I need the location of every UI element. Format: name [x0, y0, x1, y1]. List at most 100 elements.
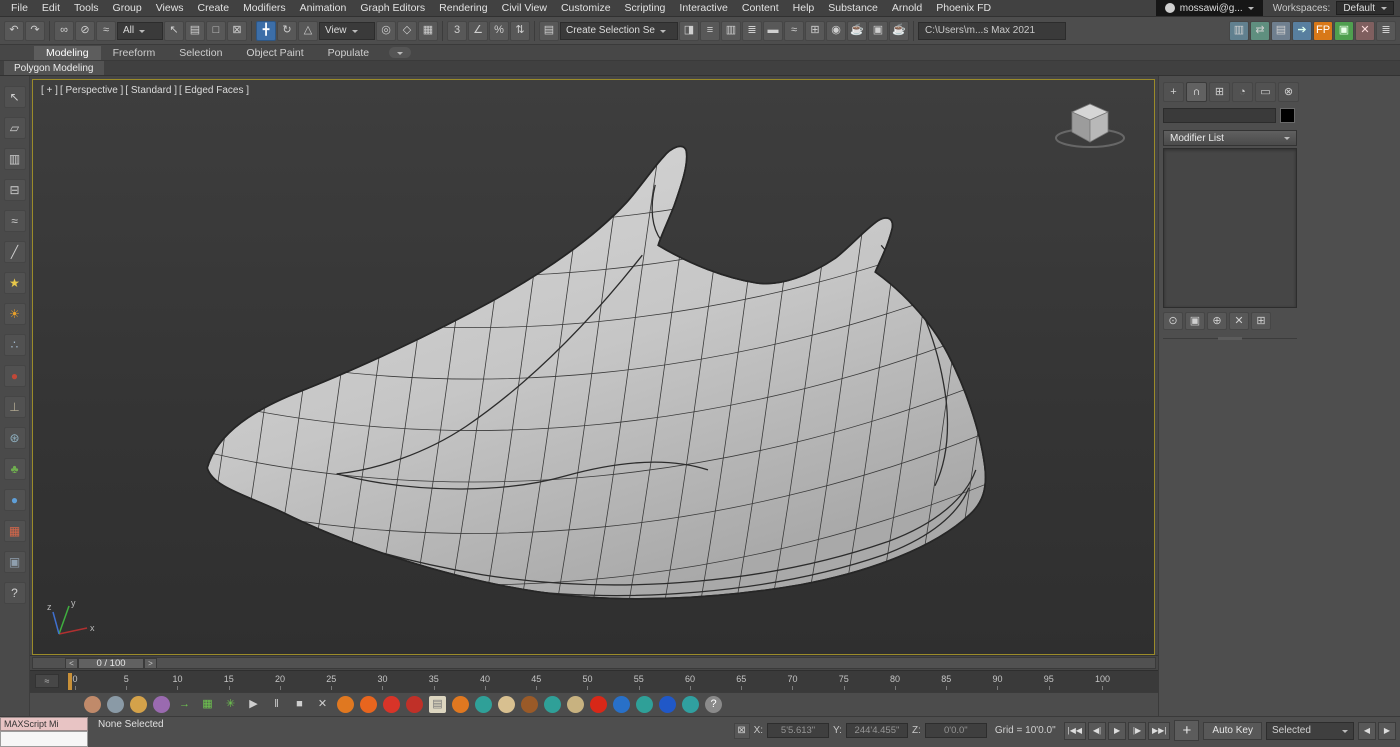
- menu-group[interactable]: Group: [106, 0, 149, 16]
- menu-modifiers[interactable]: Modifiers: [236, 0, 293, 16]
- selection-set-key-dropdown[interactable]: Selected: [1266, 722, 1354, 740]
- toggle-layer-explorer-icon[interactable]: ≣: [742, 21, 762, 41]
- blue-ball-icon[interactable]: [613, 696, 630, 713]
- unlink-selection-icon[interactable]: ⊘: [75, 21, 95, 41]
- redo-icon[interactable]: ↷: [25, 21, 45, 41]
- percent-snap-icon[interactable]: %: [489, 21, 509, 41]
- panel-divider[interactable]: [1163, 338, 1297, 339]
- spray-tool-icon[interactable]: ∴: [4, 334, 26, 356]
- ribbon-minimize-toggle[interactable]: [389, 47, 411, 58]
- undo-icon[interactable]: ↶: [4, 21, 24, 41]
- project-folder-field[interactable]: C:\Users\m...s Max 2021: [918, 22, 1066, 40]
- viewcube[interactable]: [1046, 94, 1134, 156]
- perspective-viewport[interactable]: [ + ][ Perspective ][ Standard ][ Edged …: [32, 79, 1155, 655]
- coffee-icon[interactable]: [567, 696, 584, 713]
- rendered-frame-window-icon[interactable]: ▣: [868, 21, 888, 41]
- help-plugin-icon[interactable]: ?: [705, 696, 722, 713]
- schematic-view-icon[interactable]: ⊞: [805, 21, 825, 41]
- help-tool-icon[interactable]: ?: [4, 582, 26, 604]
- delete-sim-button[interactable]: ✕: [314, 696, 331, 713]
- flame-icon-2[interactable]: [360, 696, 377, 713]
- angle-snap-icon[interactable]: ∠: [468, 21, 488, 41]
- named-selection-sets-dropdown[interactable]: Create Selection Se: [560, 22, 678, 40]
- account-menu[interactable]: mossawi@g...: [1156, 0, 1263, 16]
- stop-sim-button[interactable]: ■: [291, 696, 308, 713]
- more-tools-icon[interactable]: ≣: [1376, 21, 1396, 41]
- viewport-menu--[interactable]: [ + ]: [41, 85, 58, 96]
- pin-stack-icon[interactable]: ⊙: [1163, 312, 1183, 330]
- reference-coordinate-dropdown[interactable]: View: [319, 22, 375, 40]
- next-frame-button[interactable]: |▶: [1128, 722, 1146, 740]
- window-crossing-icon[interactable]: ⊠: [227, 21, 247, 41]
- modifier-list-dropdown[interactable]: Modifier List: [1163, 130, 1297, 146]
- previous-frame-arrow[interactable]: <: [65, 658, 78, 669]
- mini-curve-editor-toggle[interactable]: ≈: [35, 674, 59, 688]
- polygon-modeling-tab[interactable]: Polygon Modeling: [4, 61, 104, 75]
- align-icon[interactable]: ≡: [700, 21, 720, 41]
- menu-file[interactable]: File: [4, 0, 35, 16]
- menu-animation[interactable]: Animation: [293, 0, 354, 16]
- spinner-snap-icon[interactable]: ⇅: [510, 21, 530, 41]
- render-production-icon[interactable]: ☕: [889, 21, 909, 41]
- x-plugin-icon[interactable]: ✕: [1355, 21, 1375, 41]
- menu-rendering[interactable]: Rendering: [432, 0, 494, 16]
- menu-scripting[interactable]: Scripting: [618, 0, 673, 16]
- select-object-icon[interactable]: ↖: [164, 21, 184, 41]
- toggle-scene-explorer-icon[interactable]: ▥: [721, 21, 741, 41]
- remove-modifier-icon[interactable]: ✕: [1229, 312, 1249, 330]
- scene-converter-icon[interactable]: ⇄: [1250, 21, 1270, 41]
- star-tool-icon[interactable]: ★: [4, 272, 26, 294]
- object-name-field[interactable]: [1163, 108, 1276, 123]
- material-editor-icon[interactable]: ◉: [826, 21, 846, 41]
- selection-filter-dropdown[interactable]: All: [117, 22, 163, 40]
- previous-frame-button[interactable]: ◀|: [1088, 722, 1106, 740]
- gray-plugin-icon[interactable]: [107, 696, 124, 713]
- ribbon-tab[interactable]: Selection: [167, 46, 234, 60]
- purple-plugin-icon[interactable]: [153, 696, 170, 713]
- menu-views[interactable]: Views: [149, 0, 191, 16]
- notes-icon[interactable]: ▤: [429, 696, 446, 713]
- ribbon-tab[interactable]: Object Paint: [234, 46, 315, 60]
- time-slider-track[interactable]: < 0 / 100 >: [32, 657, 1156, 669]
- arrow-plugin-icon[interactable]: ➔: [1292, 21, 1312, 41]
- polydraw-icon[interactable]: ╱: [4, 241, 26, 263]
- play-button[interactable]: ▶: [1108, 722, 1126, 740]
- use-pivot-point-icon[interactable]: ◎: [376, 21, 396, 41]
- bind-to-space-warp-icon[interactable]: ≈: [96, 21, 116, 41]
- select-and-move-icon[interactable]: ╋: [256, 21, 276, 41]
- previous-key-button[interactable]: ◀: [1358, 722, 1376, 740]
- chilli-icon[interactable]: [406, 696, 423, 713]
- box-tool-icon[interactable]: ▥: [4, 148, 26, 170]
- curve-editor-icon[interactable]: ≈: [784, 21, 804, 41]
- menu-civil-view[interactable]: Civil View: [495, 0, 554, 16]
- leaf-tool-icon[interactable]: ♣: [4, 458, 26, 480]
- keyboard-shortcut-override-icon[interactable]: ▦: [418, 21, 438, 41]
- menu-arnold[interactable]: Arnold: [885, 0, 929, 16]
- maxscript-mini-listener-pink[interactable]: MAXScript Mi: [0, 717, 88, 731]
- swift-loop-icon[interactable]: ⊟: [4, 179, 26, 201]
- toggle-ribbon-icon[interactable]: ▬: [763, 21, 783, 41]
- menu-substance[interactable]: Substance: [821, 0, 885, 16]
- next-frame-arrow[interactable]: >: [144, 658, 157, 669]
- object-color-swatch[interactable]: [1280, 108, 1295, 123]
- make-unique-icon[interactable]: ⊕: [1207, 312, 1227, 330]
- flame-icon-4[interactable]: [452, 696, 469, 713]
- viewport-menu--perspective-[interactable]: [ Perspective ]: [60, 85, 123, 96]
- teal-cup-icon[interactable]: [475, 696, 492, 713]
- y-coordinate-field[interactable]: [846, 723, 908, 738]
- auto-key-button[interactable]: Auto Key: [1203, 722, 1262, 740]
- blue-sphere-tool-icon[interactable]: ●: [4, 489, 26, 511]
- jar-icon[interactable]: [498, 696, 515, 713]
- display-tab-icon[interactable]: ▭: [1255, 82, 1276, 102]
- rectangular-selection-region-icon[interactable]: □: [206, 21, 226, 41]
- motion-tab-icon[interactable]: ◔: [1232, 82, 1253, 102]
- snaps-toggle-3d-icon[interactable]: 3: [447, 21, 467, 41]
- track-bar[interactable]: ≈ 05101520253035404550556065707580859095…: [30, 670, 1158, 692]
- green-grid-icon[interactable]: ▦: [199, 696, 216, 713]
- data-explorer-icon[interactable]: ▤: [1271, 21, 1291, 41]
- green-plugin-icon[interactable]: ▣: [1334, 21, 1354, 41]
- menu-customize[interactable]: Customize: [554, 0, 618, 16]
- gear-tool-icon[interactable]: ⊛: [4, 427, 26, 449]
- time-slider[interactable]: < 0 / 100 >: [30, 655, 1158, 670]
- fp-plugin-icon[interactable]: FP: [1313, 21, 1333, 41]
